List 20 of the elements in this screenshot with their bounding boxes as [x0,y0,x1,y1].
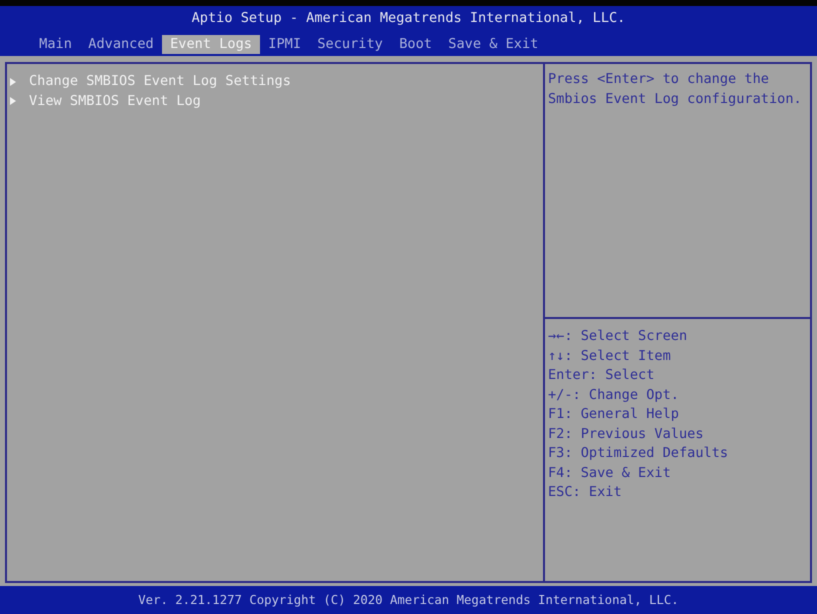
menu-tab[interactable]: Save & Exit [440,35,546,54]
key-hint: →←: Select Screen [548,327,688,346]
key-hint: F4: Save & Exit [548,464,672,482]
key-hint: F3: Optimized Defaults [548,444,730,463]
key-hint: F2: Previous Values [548,424,704,444]
menu-tab[interactable]: Advanced [80,35,162,54]
key-hint: Enter: Select [548,366,656,385]
menu-tab[interactable]: Security [309,35,392,54]
menu-tab[interactable]: IPMI [260,35,310,54]
key-hint: ESC: Exit [548,483,623,502]
menu-tab[interactable]: Boot [391,35,440,54]
triangle-icon [10,97,16,106]
window-title: Aptio Setup - American Megatrends International, LLC. [190,9,626,28]
triangle-icon [10,78,16,86]
key-hint: +/-: Change Opt. [548,386,680,404]
help-text: Press <Enter> to change the Smbios Event Log configuration. [548,70,803,108]
menu-tab[interactable]: Main [31,35,80,54]
key-hint: ↑↓: Select Item [548,346,672,366]
key-hint: F1: General Help [548,405,680,424]
version-text: Ver. 2.21.1277 Copyright (C) 2020 American Megatrends International, LLC. [138,593,679,607]
